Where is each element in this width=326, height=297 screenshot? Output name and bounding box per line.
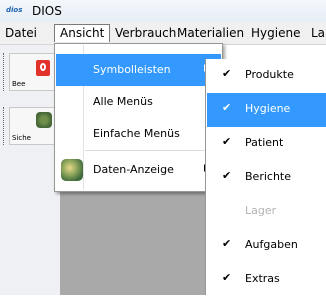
symbolleisten-submenu: ✔ Produkte ✔ Hygiene ✔ Patient ✔ Bericht… [205, 59, 326, 295]
submenu-item-berichte[interactable]: ✔ Berichte [207, 161, 326, 195]
submenu-item-label: Hygiene [245, 102, 291, 115]
checkmark-icon: ✔ [222, 67, 232, 80]
menu-item-alle-menues[interactable]: Alle Menüs [56, 86, 221, 118]
toolbar-button-label: Siche [12, 134, 31, 142]
menu-lager-partial[interactable]: La [306, 24, 326, 42]
ansicht-dropdown-menu: Symbolleisten Alle Menüs Einfache Menüs … [54, 43, 223, 192]
submenu-item-produkte[interactable]: ✔ Produkte [207, 59, 326, 93]
menu-bar: Datei Ansicht Verbrauch Materialien Hygi… [0, 22, 326, 45]
submenu-item-lager[interactable]: Lager [207, 195, 326, 229]
menu-item-label: Daten-Anzeige [93, 163, 174, 176]
submenu-item-hygiene[interactable]: ✔ Hygiene [207, 93, 326, 127]
backup-icon [36, 112, 52, 128]
database-icon [61, 159, 83, 181]
checkmark-icon: ✔ [222, 135, 232, 148]
title-bar: dios DIOS [0, 0, 326, 22]
submenu-item-label: Patient [245, 136, 284, 149]
toolbar-button-bee[interactable]: Bee [9, 53, 55, 91]
submenu-item-label: Produkte [245, 68, 294, 81]
toolbar-grip[interactable] [3, 53, 7, 91]
menu-item-label: Symbolleisten [93, 63, 171, 76]
menu-item-symbolleisten[interactable]: Symbolleisten [56, 54, 221, 86]
menu-item-label: Einfache Menüs [93, 127, 180, 140]
submenu-item-label: Aufgaben [245, 238, 298, 251]
menu-verbrauch[interactable]: Verbrauch [110, 24, 181, 42]
toolbar-panel: Bee Siche [0, 45, 60, 295]
checkmark-icon: ✔ [222, 237, 232, 250]
checkmark-icon: ✔ [222, 271, 232, 284]
app-logo-icon: dios [6, 6, 23, 14]
submenu-item-extras[interactable]: ✔ Extras [207, 263, 326, 297]
checkmark-icon: ✔ [222, 169, 232, 182]
toolbar-button-siche[interactable]: Siche [9, 107, 55, 145]
menu-item-label: Alle Menüs [93, 95, 153, 108]
red-app-icon [36, 60, 50, 76]
submenu-item-label: Berichte [245, 170, 291, 183]
menu-ansicht[interactable]: Ansicht [54, 24, 111, 42]
checkmark-icon: ✔ [222, 101, 232, 114]
menu-materialien[interactable]: Materialien [172, 24, 249, 42]
submenu-item-label: Extras [245, 272, 280, 285]
submenu-item-patient[interactable]: ✔ Patient [207, 127, 326, 161]
submenu-item-aufgaben[interactable]: ✔ Aufgaben [207, 229, 326, 263]
toolbar-grip[interactable] [3, 107, 7, 145]
menu-separator [85, 150, 219, 151]
toolbar-button-label: Bee [12, 80, 26, 88]
submenu-item-label: Lager [245, 204, 277, 217]
menu-hygiene[interactable]: Hygiene [246, 24, 305, 42]
menu-item-einfache-menues[interactable]: Einfache Menüs [56, 118, 221, 150]
menu-item-daten-anzeige[interactable]: Daten-Anzeige [56, 154, 221, 186]
window-title: DIOS [32, 4, 62, 18]
menu-datei[interactable]: Datei [0, 24, 42, 42]
